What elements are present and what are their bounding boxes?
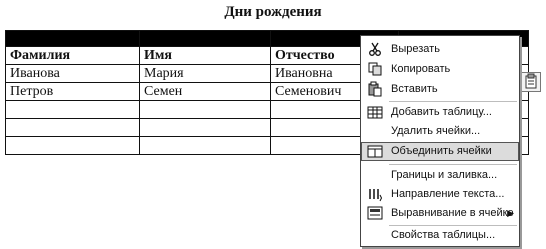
menu-item-label: Добавить таблицу... <box>391 106 492 118</box>
menu-item-merge-cells[interactable]: Объединить ячейки <box>361 142 519 161</box>
paste-icon <box>367 81 383 97</box>
table-cell[interactable]: Мария <box>139 64 271 83</box>
table-cell[interactable] <box>139 100 271 119</box>
table-cell[interactable] <box>139 118 271 137</box>
menu-item-cell-alignment[interactable]: Выравнивание в ячейке ▶ <box>361 204 519 223</box>
menu-item-delete-cells[interactable]: Удалить ячейки... <box>361 122 519 141</box>
table-cell[interactable] <box>5 100 140 119</box>
menu-item-copy[interactable]: Копировать <box>361 60 519 79</box>
menu-separator <box>389 164 517 165</box>
table-cell[interactable]: Семен <box>139 82 271 101</box>
insert-table-icon <box>367 104 383 120</box>
submenu-arrow-icon: ▶ <box>507 208 514 218</box>
cell-alignment-icon <box>367 205 383 221</box>
menu-separator <box>389 101 517 102</box>
menu-item-label: Направление текста... <box>391 188 505 200</box>
context-menu: Вырезать Копировать Вставить Добавить та… <box>360 35 520 247</box>
menu-item-label: Границы и заливка... <box>391 169 498 181</box>
merge-cells-icon <box>367 143 383 159</box>
menu-item-table-properties[interactable]: Свойства таблицы... <box>361 226 519 245</box>
menu-item-text-direction[interactable]: Направление текста... <box>361 185 519 204</box>
table-cell[interactable] <box>5 136 140 155</box>
menu-item-insert-table[interactable]: Добавить таблицу... <box>361 103 519 122</box>
menu-item-label: Свойства таблицы... <box>391 229 496 241</box>
copy-icon <box>367 61 383 77</box>
document-title: Дни рождения <box>224 4 322 20</box>
table-cell[interactable]: Петров <box>5 82 140 101</box>
table-cell[interactable] <box>139 30 271 47</box>
menu-item-label: Удалить ячейки... <box>391 125 481 137</box>
clipboard-icon[interactable] <box>521 72 541 92</box>
table-cell[interactable] <box>139 136 271 155</box>
table-cell[interactable] <box>5 118 140 137</box>
menu-item-cut[interactable]: Вырезать <box>361 40 519 59</box>
menu-item-label: Вырезать <box>391 43 440 55</box>
menu-item-borders-shading[interactable]: Границы и заливка... <box>361 166 519 185</box>
scissors-icon <box>367 41 383 57</box>
table-cell[interactable] <box>5 30 140 47</box>
menu-item-label: Объединить ячейки <box>391 145 492 157</box>
table-cell[interactable]: Иванова <box>5 64 140 83</box>
menu-item-label: Вставить <box>391 83 438 95</box>
menu-item-label: Выравнивание в ячейке <box>391 207 514 219</box>
menu-item-label: Копировать <box>391 63 451 75</box>
header-cell[interactable]: Фамилия <box>5 46 140 65</box>
header-cell[interactable]: Имя <box>139 46 271 65</box>
text-direction-icon <box>367 186 383 202</box>
menu-item-paste[interactable]: Вставить <box>361 80 519 99</box>
